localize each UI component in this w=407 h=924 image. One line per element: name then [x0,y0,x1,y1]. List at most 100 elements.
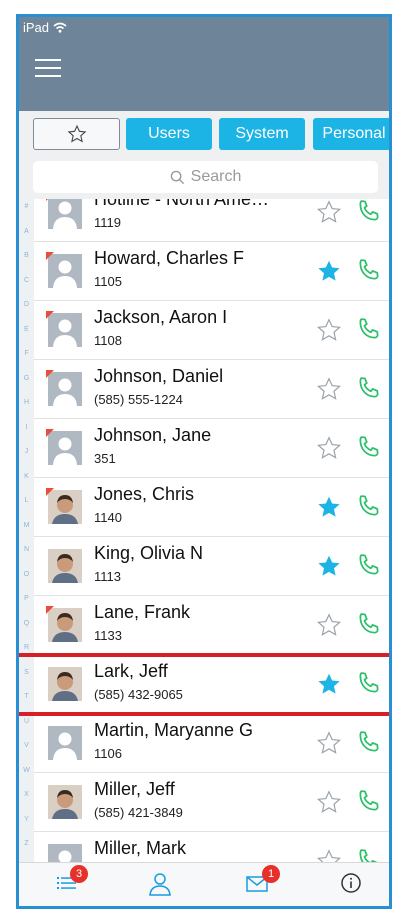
users-filter-button[interactable]: Users [126,118,212,150]
presence-flag-icon [46,429,54,437]
index-letter[interactable]: G [19,375,34,382]
index-letter[interactable]: C [19,277,34,284]
tab-bar: 3 1 [19,862,389,906]
index-letter[interactable]: I [19,424,34,431]
default-avatar-icon [48,844,82,862]
index-letter[interactable]: F [19,350,34,357]
index-letter[interactable]: Z [19,840,34,847]
favorite-star-filled-icon[interactable] [316,553,342,584]
contact-name: Johnson, Daniel [94,366,224,386]
favorite-star-outline-icon[interactable] [316,612,342,643]
call-phone-icon[interactable] [355,433,383,466]
call-phone-icon[interactable] [355,846,383,862]
filter-bar: Users System Personal [19,111,389,159]
contact-row[interactable]: Miller, Mark(585) 555-1287 [34,832,389,862]
contact-number: (585) 555-1224 [94,392,183,407]
call-phone-icon[interactable] [355,787,383,820]
favorite-star-outline-icon[interactable] [316,199,342,230]
index-letter[interactable]: B [19,252,34,259]
tab-messages[interactable]: 1 [245,865,280,900]
call-phone-icon[interactable] [355,669,383,702]
favorite-star-outline-icon[interactable] [316,848,342,862]
index-letter[interactable]: V [19,742,34,749]
index-letter[interactable]: A [19,228,34,235]
call-phone-icon[interactable] [355,551,383,584]
tab-contacts[interactable] [147,871,173,902]
alphabet-index[interactable]: # A B C D E F G H I J K L M N O P Q R S T U V W X Y Z [19,199,34,862]
list-badge: 3 [70,865,88,883]
index-letter[interactable]: O [19,571,34,578]
contact-list[interactable]: # A B C D E F G H I J K L M N O P Q R S T U V W X Y Z Hotline - No… [19,199,389,862]
index-letter[interactable]: Q [19,620,34,627]
presence-flag-icon [46,199,54,201]
index-letter[interactable]: J [19,448,34,455]
index-letter[interactable]: # [19,203,34,210]
system-filter-button[interactable]: System [219,118,305,150]
star-outline-icon [67,124,86,143]
favorite-star-outline-icon[interactable] [316,317,342,348]
contact-row[interactable]: Johnson, Daniel (585) 555-1224 [34,360,389,419]
favorite-star-filled-icon[interactable] [316,494,342,525]
call-phone-icon[interactable] [355,728,383,761]
favorite-star-filled-icon[interactable] [316,671,342,702]
search-input[interactable]: Search [33,161,378,193]
search-icon [170,170,184,184]
index-letter[interactable]: N [19,546,34,553]
index-letter[interactable]: H [19,399,34,406]
default-avatar-icon [48,726,82,760]
contact-row[interactable]: Miller, Jeff (585) 421-3849 [34,773,389,832]
presence-flag-icon [46,606,54,614]
contact-row[interactable]: Johnson, Jane 351 [34,419,389,478]
contact-row[interactable]: Lark, Jeff (585) 432-9065 [34,655,389,714]
contact-row[interactable]: Jackson, Aaron I 1108 [34,301,389,360]
index-letter[interactable]: E [19,326,34,333]
contact-number: 351 [94,451,116,466]
index-letter[interactable]: U [19,718,34,725]
call-phone-icon[interactable] [355,610,383,643]
contact-name: Lane, Frank [94,602,191,622]
call-phone-icon[interactable] [355,374,383,407]
app-frame: iPad Users System Personal Search # A B C D E… [16,14,392,909]
call-phone-icon[interactable] [355,315,383,348]
contact-row[interactable]: Lane, Frank 1133 [34,596,389,655]
index-letter[interactable]: L [19,497,34,504]
index-letter[interactable]: K [19,473,34,480]
favorites-filter-button[interactable] [33,118,120,150]
menu-icon[interactable] [35,59,61,79]
index-letter[interactable]: X [19,791,34,798]
call-phone-icon[interactable] [355,492,383,525]
tab-list[interactable]: 3 [55,865,88,900]
call-phone-icon[interactable] [355,256,383,289]
tab-info[interactable] [339,871,363,900]
index-letter[interactable]: R [19,644,34,651]
contact-number: (585) 432-9065 [94,687,183,702]
wifi-icon [53,22,67,33]
contact-row[interactable]: Jones, Chris 1140 [34,478,389,537]
contact-row[interactable]: Hotline - North Ame… 1119 [34,199,389,242]
index-letter[interactable]: S [19,669,34,676]
selection-highlight-line [19,653,389,657]
favorite-star-outline-icon[interactable] [316,789,342,820]
index-letter[interactable]: Y [19,816,34,823]
favorite-star-filled-icon[interactable] [316,258,342,289]
presence-flag-icon [46,252,54,260]
favorite-star-outline-icon[interactable] [316,376,342,407]
contact-name: Hotline - North Ame… [94,199,270,209]
index-letter[interactable]: P [19,595,34,602]
status-bar: iPad [19,17,389,37]
search-placeholder: Search [190,168,242,185]
favorite-star-outline-icon[interactable] [316,435,342,466]
contact-row[interactable]: Martin, Maryanne G 1106 [34,714,389,773]
favorite-star-outline-icon[interactable] [316,730,342,761]
contact-number: (585) 421-3849 [94,805,183,820]
contact-number: 1133 [94,628,122,643]
contact-name: Jones, Chris [94,484,195,504]
index-letter[interactable]: W [19,767,34,774]
index-letter[interactable]: D [19,301,34,308]
index-letter[interactable]: M [19,522,34,529]
personal-filter-button[interactable]: Personal [313,118,389,150]
contact-row[interactable]: King, Olivia N 1113 [34,537,389,596]
call-phone-icon[interactable] [355,199,383,230]
index-letter[interactable]: T [19,693,34,700]
contact-row[interactable]: Howard, Charles F 1105 [34,242,389,301]
